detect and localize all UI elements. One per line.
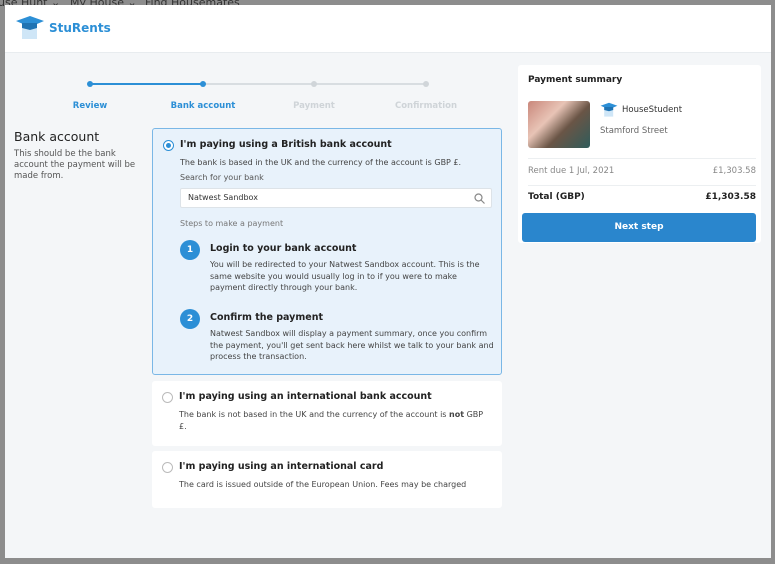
step-label-review[interactable]: Review [73,101,107,111]
search-label: Search for your bank [180,173,264,182]
radio-international-card[interactable] [162,462,173,473]
option-title: I'm paying using an international bank a… [179,391,432,402]
summary-title: Payment summary [528,75,623,85]
steps-label: Steps to make a payment [180,219,284,228]
total-label: Total (GBP) [528,192,585,202]
graduation-cap-house-icon [16,16,44,39]
brand-name: StuRents [49,21,111,35]
option-british-bank[interactable]: I'm paying using a British bank account … [152,128,502,375]
step-title-2: Confirm the payment [210,312,324,323]
step-number-2: 2 [180,309,200,329]
option-title: I'm paying using a British bank account [180,139,392,150]
step-label-confirmation: Confirmation [394,101,458,111]
option-international-card[interactable]: I'm paying using an international card T… [152,451,502,508]
property-address: Stamford Street [600,126,668,136]
agent-name: HouseStudent [622,105,683,115]
section-description: This should be the bank account the paym… [14,149,136,181]
option-description: The card is issued outside of the Europe… [179,480,467,489]
total-amount: £1,303.58 [705,192,756,202]
logo: StuRents [15,15,111,41]
step-description-2: Natwest Sandbox will display a payment s… [210,329,494,361]
search-icon[interactable] [474,193,485,204]
progress-stepper: Review Bank account Payment Confirmation [5,81,505,121]
rent-amount: £1,303.58 [712,166,756,176]
section-title: Bank account [14,129,100,144]
next-step-button[interactable]: Next step [522,213,756,242]
step-label-payment: Payment [293,101,335,111]
step-title-1: Login to your bank account [210,243,357,254]
payment-modal: StuRents Review Bank account Payment Con… [5,5,771,558]
modal-header: StuRents [5,5,771,53]
step-number-1: 1 [180,240,200,260]
radio-british-bank[interactable] [163,140,174,151]
step-dot-payment [311,81,317,87]
radio-international-bank[interactable] [162,392,173,403]
option-title: I'm paying using an international card [179,461,384,472]
description-text: The bank is not based in the UK and the … [179,410,450,419]
agent: HouseStudent [600,101,682,119]
agent-logo-icon [600,102,618,117]
divider [528,185,756,186]
step-dot-bank-account [200,81,206,87]
property-image [528,101,590,148]
divider [528,158,756,159]
option-description: The bank is not based in the UK and the … [179,409,489,433]
stepper-line-done [90,83,203,85]
rent-label: Rent due 1 Jul, 2021 [528,166,615,176]
step-description-1: You will be redirected to your Natwest S… [210,260,480,292]
bank-search-value: Natwest Sandbox [188,193,258,202]
step-dot-confirmation [423,81,429,87]
step-label-bank-account[interactable]: Bank account [171,101,236,111]
description-emphasis: not [449,410,465,419]
option-description: The bank is based in the UK and the curr… [180,158,462,167]
bank-search-input[interactable]: Natwest Sandbox [180,188,492,208]
option-international-bank[interactable]: I'm paying using an international bank a… [152,381,502,446]
step-dot-review [87,81,93,87]
payment-summary: Payment summary HouseStudent Stamford St… [518,65,761,243]
